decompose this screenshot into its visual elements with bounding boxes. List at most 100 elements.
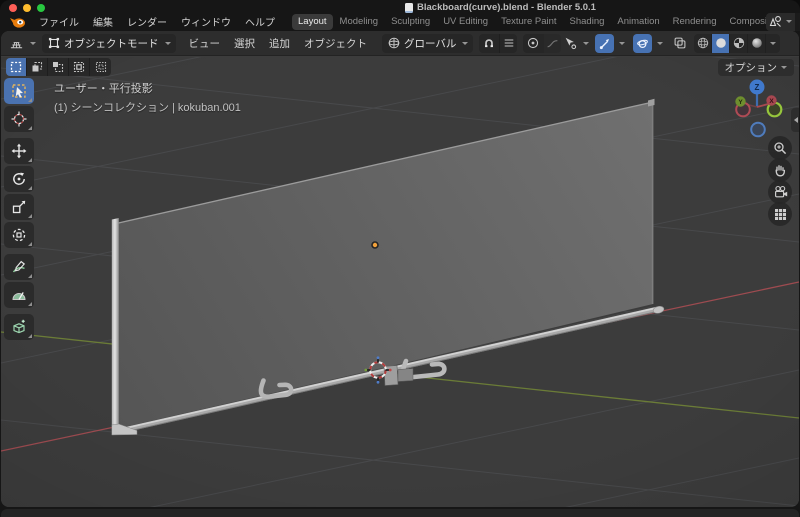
orientation-label: グローバル [404, 36, 456, 51]
camera-icon [773, 185, 788, 199]
toggle-orthographic-button[interactable] [768, 202, 792, 226]
gizmo-select-dropdown[interactable] [561, 34, 591, 53]
svg-text:Y: Y [738, 99, 743, 106]
proportional-edit-toggle[interactable] [523, 34, 543, 53]
scene-selector[interactable]: Scene [766, 13, 800, 31]
zoom-button[interactable] [768, 136, 792, 160]
gizmo-axis-pos-x[interactable]: X [766, 95, 776, 105]
menu-add[interactable]: 追加 [262, 36, 297, 51]
menu-file[interactable]: ファイル [32, 12, 86, 31]
tab-compositing[interactable]: Compositing [724, 14, 767, 30]
shading-dropdown[interactable] [766, 34, 780, 53]
minimize-window-button[interactable] [23, 4, 31, 12]
overlays-icon [636, 37, 649, 50]
gizmo-axis-pos-y[interactable]: Y [735, 96, 745, 106]
tool-select-box[interactable] [4, 78, 34, 104]
select-mode-difference-button[interactable] [69, 58, 90, 76]
tool-submenu-tick [28, 302, 32, 306]
gizmo-select-chevron-icon [583, 42, 589, 45]
tool-submenu-tick [28, 214, 32, 218]
workspace-tabs: Layout Modeling Sculpting UV Editing Tex… [292, 14, 766, 30]
editor-type-button[interactable] [6, 34, 39, 53]
menu-render[interactable]: レンダー [120, 12, 174, 31]
menu-help[interactable]: ヘルプ [238, 12, 282, 31]
svg-text:X: X [769, 98, 774, 105]
tool-cursor[interactable] [4, 106, 34, 132]
tab-uv-editing[interactable]: UV Editing [437, 14, 494, 30]
snap-group [479, 34, 517, 53]
zoom-icon [773, 141, 787, 155]
grid-icon [774, 208, 787, 221]
mode-chevron-icon [165, 42, 171, 45]
menu-view[interactable]: ビュー [182, 36, 228, 51]
shading-material-button[interactable] [730, 34, 748, 53]
tool-measure[interactable] [4, 282, 34, 308]
tab-animation[interactable]: Animation [611, 14, 665, 30]
sidebar-toggle[interactable] [791, 108, 799, 132]
header-right-cluster [561, 34, 780, 53]
measure-icon [11, 287, 27, 303]
options-chevron-icon [781, 66, 787, 69]
move-icon [11, 143, 27, 159]
hand-icon [773, 163, 787, 177]
tab-rendering[interactable]: Rendering [667, 14, 723, 30]
scene-name-field[interactable]: Scene [795, 13, 800, 31]
falloff-curve-icon [546, 37, 559, 50]
show-gizmos-toggle[interactable] [595, 34, 614, 53]
tab-sculpting[interactable]: Sculpting [385, 14, 436, 30]
menu-object[interactable]: オブジェクト [297, 36, 374, 51]
menu-select[interactable]: 選択 [227, 36, 262, 51]
blender-logo-icon[interactable] [9, 15, 26, 29]
shading-rendered-button[interactable] [748, 34, 766, 53]
viewport-canvas[interactable] [1, 57, 799, 507]
timeline-area-edge[interactable] [1, 509, 799, 517]
snap-toggle-button[interactable] [479, 34, 499, 53]
shading-wireframe-button[interactable] [694, 34, 712, 53]
snap-settings-dropdown[interactable] [499, 34, 517, 53]
menu-edit[interactable]: 編集 [86, 12, 120, 31]
select-mode-intersect-button[interactable] [90, 58, 111, 76]
show-overlays-toggle[interactable] [633, 34, 652, 53]
menu-window[interactable]: ウィンドウ [174, 12, 238, 31]
tab-layout[interactable]: Layout [292, 14, 333, 30]
close-window-button[interactable] [9, 4, 17, 12]
tab-texture-paint[interactable]: Texture Paint [495, 14, 562, 30]
xray-toggle[interactable] [670, 34, 690, 53]
select-mode-subtract-button[interactable] [48, 58, 69, 76]
fullscreen-window-button[interactable] [37, 4, 45, 12]
material-shading-icon [732, 36, 746, 50]
snap-with-icon [503, 37, 515, 49]
svg-text:Z: Z [755, 83, 760, 92]
tab-shading[interactable]: Shading [564, 14, 611, 30]
select-mode-set-button[interactable] [6, 58, 27, 76]
blender-window: Blackboard(curve).blend - Blender 5.0.1 … [0, 0, 800, 517]
navigation-gizmo[interactable]: Z Y X [727, 78, 789, 142]
tool-annotate[interactable] [4, 254, 34, 280]
falloff-dropdown[interactable] [543, 34, 561, 53]
options-button[interactable]: オプション [718, 59, 795, 76]
pan-button[interactable] [768, 158, 792, 182]
shading-chevron-icon [770, 42, 776, 45]
tool-transform[interactable] [4, 222, 34, 248]
select-mode-extend-button[interactable] [27, 58, 48, 76]
scene-icon-part[interactable] [766, 13, 795, 31]
transform-orientation-selector[interactable]: グローバル [382, 34, 473, 53]
select-mode-pill [6, 58, 111, 76]
shading-solid-button[interactable] [712, 34, 730, 53]
mode-selector[interactable]: オブジェクトモード [42, 34, 176, 53]
solid-shading-icon [714, 36, 728, 50]
tool-add-cube[interactable] [4, 314, 34, 340]
select-extend-icon [31, 61, 43, 73]
viewport-area: オブジェクトモード ビュー 選択 追加 オブジェクト グローバル [1, 31, 799, 507]
gizmo-axis-neg-z[interactable] [751, 123, 765, 137]
show-overlays-group [633, 34, 663, 53]
tool-scale[interactable] [4, 194, 34, 220]
wireframe-shading-icon [696, 36, 710, 50]
gizmo-axis-pos-z[interactable]: Z [750, 80, 765, 95]
tool-rotate[interactable] [4, 166, 34, 192]
tool-move[interactable] [4, 138, 34, 164]
document-icon [405, 3, 413, 13]
tab-modeling[interactable]: Modeling [334, 14, 385, 30]
camera-view-button[interactable] [768, 180, 792, 204]
tool-shelf [4, 78, 34, 342]
